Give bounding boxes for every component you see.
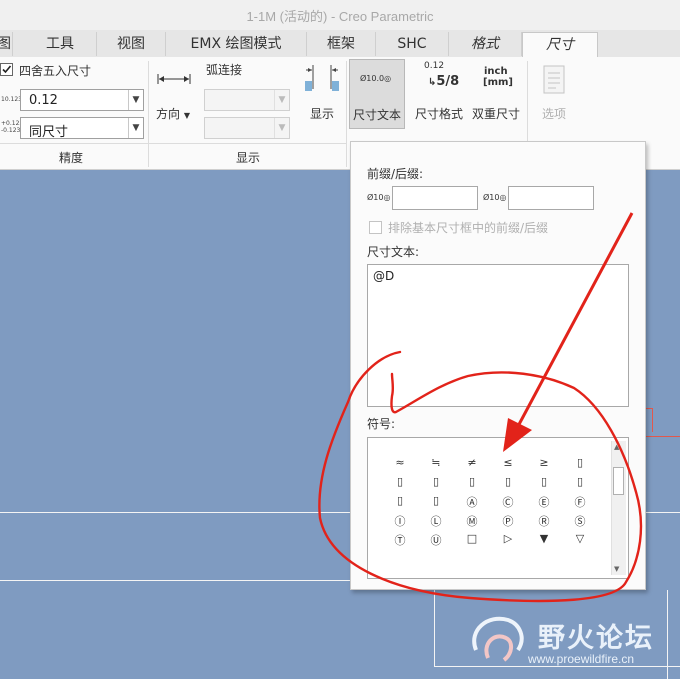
annotation-circle [318, 350, 643, 603]
annotation-arrow-line [514, 212, 634, 431]
annotation-arrowhead [503, 418, 532, 452]
annotation-overlay [318, 212, 643, 603]
